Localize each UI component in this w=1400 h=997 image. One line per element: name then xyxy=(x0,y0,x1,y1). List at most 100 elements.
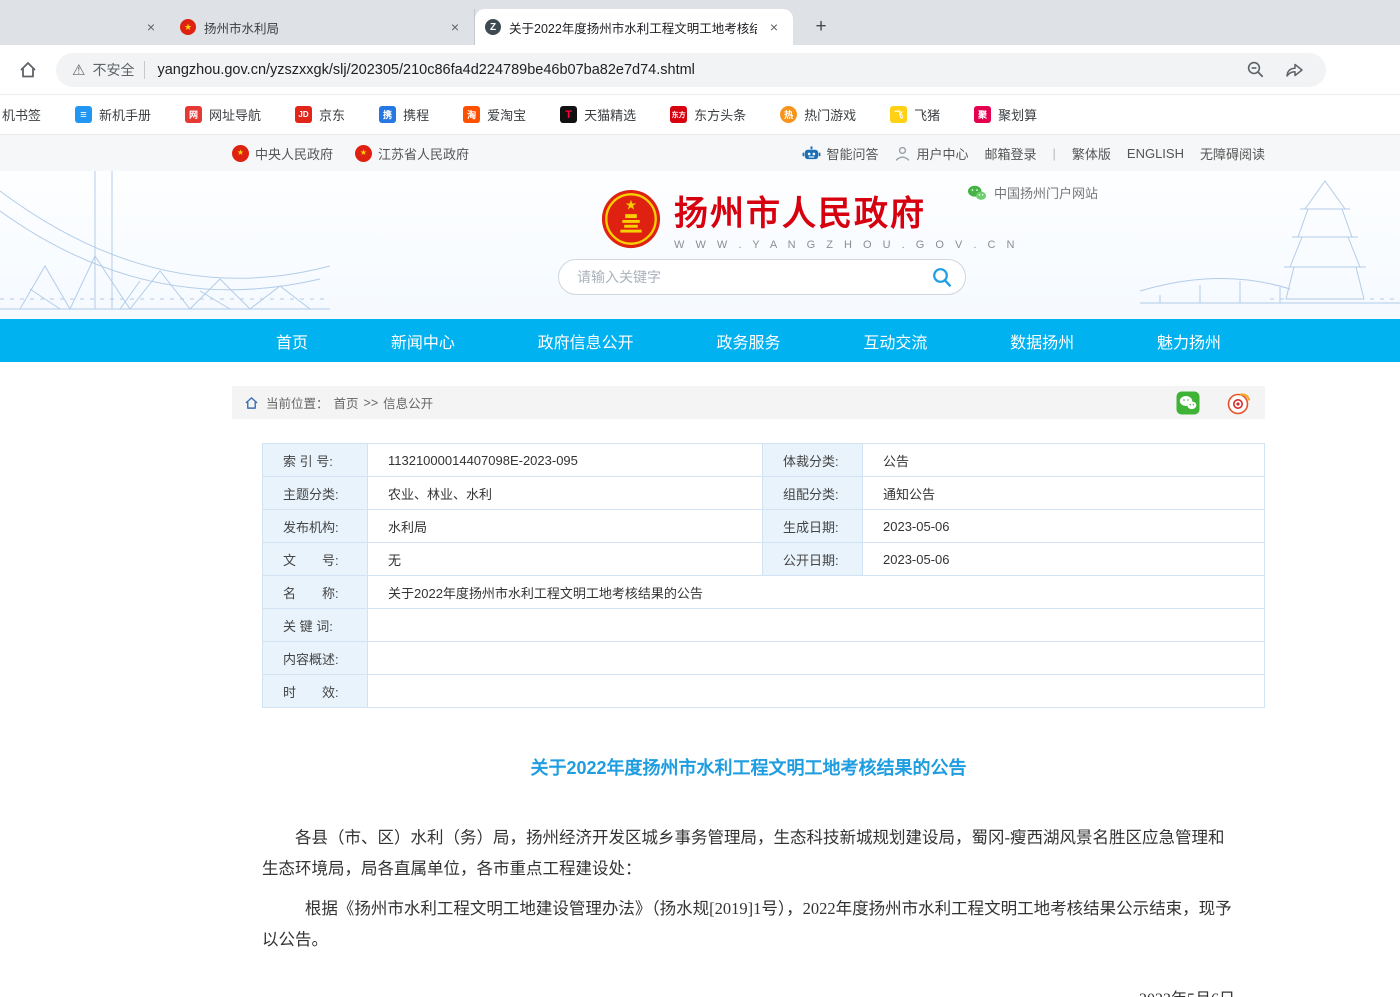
nav-home[interactable]: 首页 xyxy=(276,329,308,353)
weibo-share-icon[interactable] xyxy=(1226,391,1251,415)
site-search[interactable] xyxy=(558,259,966,295)
toutiao-icon: 东方 xyxy=(670,106,687,123)
link-jiangsu-gov[interactable]: 江苏省人民政府 xyxy=(355,144,469,163)
traditional-label: 繁体版 xyxy=(1072,144,1111,163)
bookmark-jishuqian[interactable]: 机书签 xyxy=(2,105,41,124)
search-input[interactable] xyxy=(577,269,925,285)
wechat-share-icon[interactable] xyxy=(1176,391,1200,415)
security-label[interactable]: 不安全 xyxy=(92,60,134,80)
tab-partial[interactable]: × xyxy=(0,9,170,45)
meta-label: 公开日期: xyxy=(763,543,863,576)
share-arrow-icon xyxy=(1284,60,1305,80)
table-row: 主题分类: 农业、林业、水利 组配分类: 通知公告 xyxy=(263,477,1265,510)
mail-login-label: 邮箱登录 xyxy=(984,144,1036,163)
table-row: 名 称: 关于2022年度扬州市水利工程文明工地考核结果的公告 xyxy=(263,576,1265,609)
site-banner: ★ 扬州市人民政府 W W W . Y A N G Z H O U . G O … xyxy=(0,171,1400,319)
bookmarks-bar: 机书签 ≡新机手册 网网址导航 JD京东 携携程 淘爱淘宝 T天猫精选 东方东方… xyxy=(0,95,1400,135)
bookmark-remen-youxi[interactable]: 热热门游戏 xyxy=(780,105,856,124)
jd-icon: JD xyxy=(295,106,312,123)
tab-close-icon[interactable]: × xyxy=(142,18,160,36)
nav-interaction[interactable]: 互动交流 xyxy=(863,329,927,353)
tab-close-icon[interactable]: × xyxy=(765,18,783,36)
bookmark-jd[interactable]: JD京东 xyxy=(295,105,345,124)
utility-divider: | xyxy=(1053,146,1056,161)
site-utility-bar: 中央人民政府 江苏省人民政府 智能问答 xyxy=(0,135,1400,171)
address-bar[interactable]: ⚠ 不安全 yangzhou.gov.cn/yzszxxgk/slj/20230… xyxy=(56,53,1326,87)
meta-value-summary xyxy=(368,642,1265,675)
breadcrumb-prefix: 当前位置： xyxy=(266,393,329,412)
article-paragraph: 各县（市、区）水利（务）局，扬州经济开发区城乡事务管理局，生态科技新城规划建设局… xyxy=(262,822,1235,885)
bookmark-ctrip[interactable]: 携携程 xyxy=(379,105,429,124)
bookmark-xinji-shouce[interactable]: ≡新机手册 xyxy=(75,105,151,124)
pagoda-sketch-art xyxy=(1140,171,1400,319)
wechat-icon xyxy=(967,184,987,202)
share-button[interactable] xyxy=(1282,58,1306,82)
accessibility-link[interactable]: 无障碍阅读 xyxy=(1200,144,1265,163)
bookmark-fliggy[interactable]: 飞飞猪 xyxy=(890,105,940,124)
tab-active-announcement[interactable]: Z 关于2022年度扬州市水利工程文明工地考核结果的公 × xyxy=(475,9,793,45)
meta-label: 主题分类: xyxy=(263,477,368,510)
bookmark-dongfang-toutiao[interactable]: 东方东方头条 xyxy=(670,105,746,124)
browser-toolbar: ⚠ 不安全 yangzhou.gov.cn/yzszxxgk/slj/20230… xyxy=(0,45,1400,95)
meta-value-agency: 水利局 xyxy=(368,510,763,543)
nav-info-disclosure[interactable]: 政府信息公开 xyxy=(538,329,634,353)
nav-charm-yangzhou[interactable]: 魅力扬州 xyxy=(1157,329,1221,353)
gov-emblem-favicon-icon xyxy=(180,19,196,35)
smart-qa-link[interactable]: 智能问答 xyxy=(802,144,878,163)
wechat-portal-badge[interactable]: 中国扬州门户网站 xyxy=(967,183,1098,202)
bookmark-label: 爱淘宝 xyxy=(487,105,526,124)
user-icon xyxy=(894,145,911,162)
meta-label: 名 称: xyxy=(263,576,368,609)
link-central-gov[interactable]: 中央人民政府 xyxy=(232,144,333,163)
bookmark-label: 热门游戏 xyxy=(804,105,856,124)
table-row: 发布机构: 水利局 生成日期: 2023-05-06 xyxy=(263,510,1265,543)
bookmark-label: 机书签 xyxy=(2,105,41,124)
article-date: 2023年5月6日 xyxy=(232,985,1235,997)
breadcrumb-home[interactable]: 首页 xyxy=(334,393,359,412)
meta-label: 组配分类: xyxy=(763,477,863,510)
nav-gov-services[interactable]: 政务服务 xyxy=(716,329,780,353)
bookmark-wangzhi-daohang[interactable]: 网网址导航 xyxy=(185,105,261,124)
gov-emblem-icon xyxy=(355,145,372,162)
url-text[interactable]: yangzhou.gov.cn/yzszxxgk/slj/202305/210c… xyxy=(157,62,694,78)
table-row: 内容概述: xyxy=(263,642,1265,675)
ctrip-icon: 携 xyxy=(379,106,396,123)
zoom-out-button[interactable] xyxy=(1244,58,1268,82)
site-logo[interactable]: ★ 扬州市人民政府 W W W . Y A N G Z H O U . G O … xyxy=(600,186,1018,251)
breadcrumb-separator: >> xyxy=(364,396,379,410)
meta-label: 发布机构: xyxy=(263,510,368,543)
article: 关于2022年度扬州市水利工程文明工地考核结果的公告 各县（市、区）水利（务）局… xyxy=(232,754,1265,997)
bookmark-label: 携程 xyxy=(403,105,429,124)
tab-shuiliju[interactable]: 扬州市水利局 × xyxy=(170,9,475,45)
taobao-icon: 淘 xyxy=(463,106,480,123)
page-content: 当前位置： 首页 >> 信息公开 索 引 号: 1132100001440709… xyxy=(232,386,1265,997)
games-icon: 热 xyxy=(780,106,797,123)
nav-data-yangzhou[interactable]: 数据扬州 xyxy=(1010,329,1074,353)
meta-label: 时 效: xyxy=(263,675,368,708)
tab-title: 关于2022年度扬州市水利工程文明工地考核结果的公 xyxy=(509,18,757,37)
user-center-link[interactable]: 用户中心 xyxy=(894,144,968,163)
search-button[interactable] xyxy=(925,262,959,292)
home-button[interactable] xyxy=(14,56,42,84)
bookmark-aitaobao[interactable]: 淘爱淘宝 xyxy=(463,105,526,124)
english-version-link[interactable]: ENGLISH xyxy=(1127,146,1184,161)
bookmark-juhuasuan[interactable]: 聚聚划算 xyxy=(974,105,1037,124)
gov-link-label: 江苏省人民政府 xyxy=(378,144,469,163)
nav-news-center[interactable]: 新闻中心 xyxy=(391,329,455,353)
meta-label: 文 号: xyxy=(263,543,368,576)
english-label: ENGLISH xyxy=(1127,146,1184,161)
table-row: 关 键 词: xyxy=(263,609,1265,642)
accessibility-label: 无障碍阅读 xyxy=(1200,144,1265,163)
tab-close-icon[interactable]: × xyxy=(446,18,464,36)
breadcrumb-current[interactable]: 信息公开 xyxy=(383,393,433,412)
portal-badge-label: 中国扬州门户网站 xyxy=(994,183,1098,202)
bookmark-tmall[interactable]: T天猫精选 xyxy=(560,105,636,124)
address-separator xyxy=(144,61,145,79)
browser-tab-bar: × 扬州市水利局 × Z 关于2022年度扬州市水利工程文明工地考核结果的公 ×… xyxy=(0,0,1400,45)
manual-icon: ≡ xyxy=(75,106,92,123)
gov-emblem-icon xyxy=(232,145,249,162)
article-title: 关于2022年度扬州市水利工程文明工地考核结果的公告 xyxy=(232,754,1265,780)
mail-login-link[interactable]: 邮箱登录 xyxy=(984,144,1036,163)
new-tab-button[interactable]: + xyxy=(807,13,835,41)
traditional-version-link[interactable]: 繁体版 xyxy=(1072,144,1111,163)
